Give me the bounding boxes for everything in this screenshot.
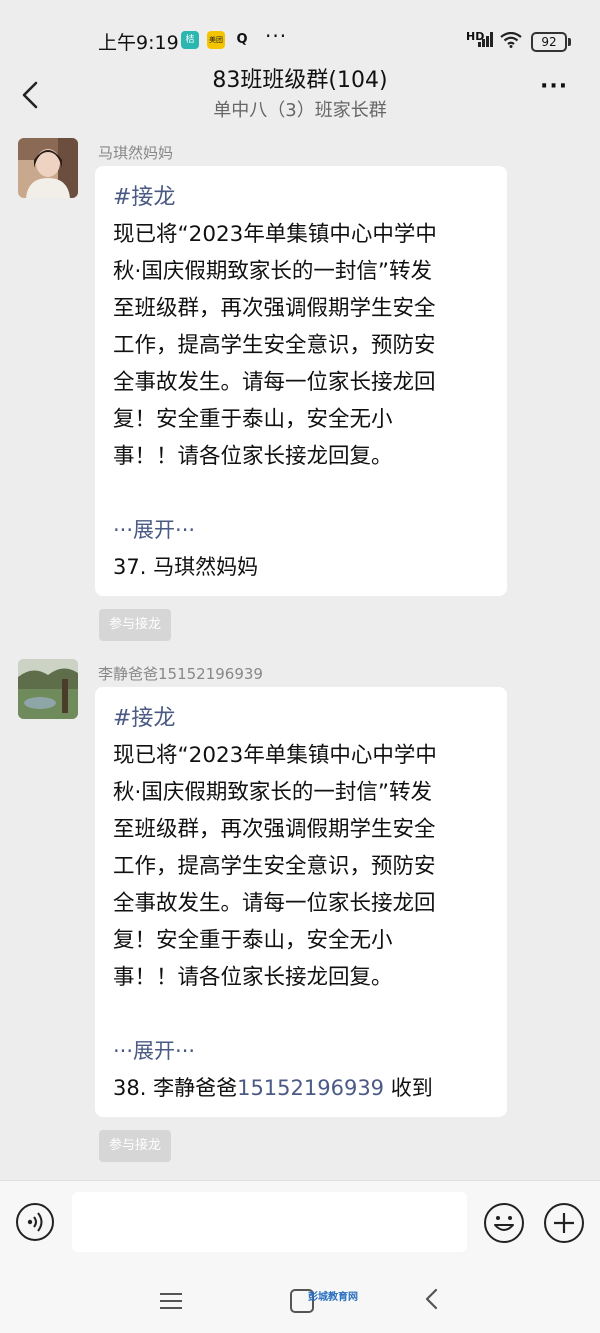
avatar-image — [18, 138, 78, 198]
message-line: 复！安全重于泰山，安全无小 — [113, 928, 393, 953]
battery-icon: 92 — [531, 32, 567, 52]
message-line: 事！！请各位家长接龙回复。 — [113, 444, 393, 469]
relay-tag[interactable]: #接龙 — [113, 180, 493, 216]
message-line: 秋·国庆假期致家长的一封信”转发 — [113, 259, 432, 284]
system-navigation-bar: 彭城教育网 — [0, 1270, 600, 1333]
emoji-icon — [494, 1216, 514, 1231]
system-back-icon[interactable] — [420, 1286, 446, 1312]
message-line: 复！安全重于泰山，安全无小 — [113, 407, 393, 432]
qq-app-icon: Q — [236, 32, 248, 47]
message-line: 现已将“2023年单集镇中心中学中 — [113, 743, 437, 768]
battery-tip — [568, 38, 571, 46]
avatar-image — [18, 659, 78, 719]
join-relay-button[interactable]: 参与接龙 — [99, 609, 171, 641]
relay-message-bubble[interactable]: #接龙 现已将“2023年单集镇中心中学中 秋·国庆假期致家长的一封信”转发 至… — [95, 687, 507, 1117]
message-line: 事！！请各位家长接龙回复。 — [113, 965, 393, 990]
message-line: 全事故发生。请每一位家长接龙回 — [113, 370, 436, 395]
phone-link[interactable]: 15152196939 — [237, 1076, 384, 1100]
expand-link[interactable]: ···展开··· — [113, 512, 493, 549]
input-bar — [0, 1180, 600, 1271]
message-line: 全事故发生。请每一位家长接龙回 — [113, 891, 436, 916]
status-more-icon: ··· — [265, 24, 288, 48]
message-line: 工作，提高学生安全意识，预防安 — [113, 333, 436, 358]
more-functions-button[interactable] — [544, 1203, 584, 1243]
emoji-button[interactable] — [484, 1203, 524, 1243]
relay-entry-name: 37. 马琪然妈妈 — [113, 555, 259, 579]
didi-app-icon: 桔 — [181, 31, 199, 49]
wifi-icon — [500, 32, 522, 48]
sender-name: 马琪然妈妈 — [98, 144, 174, 162]
expand-link[interactable]: ···展开··· — [113, 1033, 493, 1070]
watermark: 彭城教育网 — [308, 1292, 358, 1303]
message-line: 现已将“2023年单集镇中心中学中 — [113, 222, 437, 247]
avatar[interactable] — [18, 659, 78, 719]
status-time: 上午9:19 — [98, 32, 179, 54]
message-line: 秋·国庆假期致家长的一封信”转发 — [113, 780, 432, 805]
status-bar: 上午9:19 桔 美团 Q ··· HD 92 — [0, 0, 600, 70]
message-line: 工作，提高学生安全意识，预防安 — [113, 854, 436, 879]
signal-icon — [478, 32, 493, 47]
menu-line-icon — [160, 1307, 182, 1309]
avatar[interactable] — [18, 138, 78, 198]
voice-icon — [27, 1212, 43, 1232]
relay-tag[interactable]: #接龙 — [113, 701, 493, 737]
chat-header: 83班班级群(104) 单中八（3）班家长群 ··· — [0, 68, 600, 130]
recent-apps-button[interactable] — [160, 1288, 182, 1314]
menu-line-icon — [160, 1293, 182, 1295]
relay-entry: 37. 马琪然妈妈 — [113, 549, 493, 586]
message-line: 至班级群，再次强调假期学生安全 — [113, 817, 436, 842]
voice-input-button[interactable] — [16, 1203, 54, 1241]
join-relay-button[interactable]: 参与接龙 — [99, 1130, 171, 1162]
message-input[interactable] — [72, 1192, 467, 1252]
relay-entry-note: 收到 — [384, 1076, 433, 1100]
more-options-button[interactable]: ··· — [540, 74, 568, 99]
plus-icon — [554, 1213, 574, 1233]
relay-entry-name: 38. 李静爸爸 — [113, 1076, 238, 1100]
relay-entry: 38. 李静爸爸15152196939 收到 — [113, 1070, 493, 1107]
chat-title: 83班班级群(104) — [212, 68, 388, 93]
menu-line-icon — [160, 1300, 182, 1302]
message-line: 至班级群，再次强调假期学生安全 — [113, 296, 436, 321]
chat-subtitle: 单中八（3）班家长群 — [213, 100, 387, 121]
relay-message-bubble[interactable]: #接龙 现已将“2023年单集镇中心中学中 秋·国庆假期致家长的一封信”转发 至… — [95, 166, 507, 596]
meituan-app-icon: 美团 — [207, 31, 225, 49]
sender-name: 李静爸爸15152196939 — [98, 665, 263, 683]
